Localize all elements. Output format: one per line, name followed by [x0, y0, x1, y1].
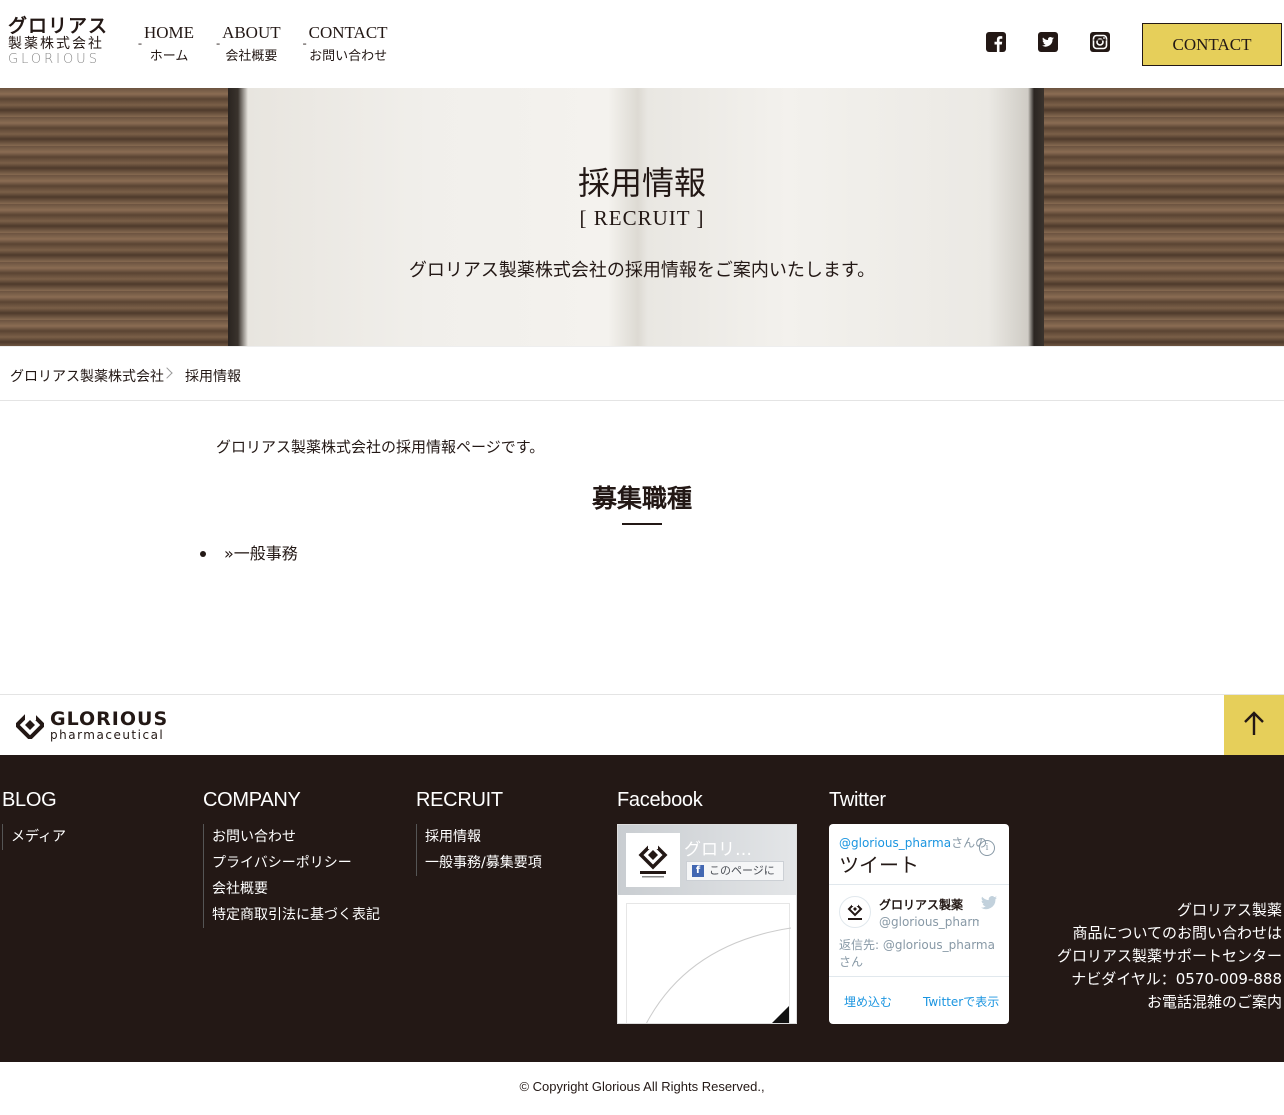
logo-line2: 製薬株式会社	[8, 36, 104, 52]
nav-home-ja: ホーム	[149, 49, 189, 64]
hero-subtitle: [ RECRUIT ]	[579, 206, 705, 230]
arrow-up-icon	[1244, 711, 1264, 735]
facebook-post-preview	[626, 903, 792, 1023]
footer-link-contact[interactable]: お問い合わせ	[212, 824, 380, 850]
facebook-avatar	[626, 833, 680, 887]
twitter-handle: @glorious_pharma	[839, 836, 952, 850]
nav-item-contact[interactable]: CONTACT お問い合わせ	[303, 22, 388, 68]
copyright: © Copyright Glorious All Rights Reserved…	[519, 1079, 765, 1094]
info-icon[interactable]: i	[979, 840, 995, 856]
footer-info-line: お電話混雑のご案内	[1146, 993, 1282, 1011]
logo-line3: GLORIOUS	[8, 52, 100, 67]
nav-contact-ja: お問い合わせ	[309, 49, 388, 64]
footer-link-about[interactable]: 会社概要	[212, 876, 380, 902]
twitter-icon[interactable]	[1038, 32, 1058, 52]
twitter-timeline-widget[interactable]: @glorious_pharmaさんの ツイート i グロリアス製薬 @glor…	[829, 824, 1009, 1024]
job-link-general-affairs[interactable]: »一般事務	[200, 544, 298, 564]
twitter-bird-icon[interactable]	[981, 896, 997, 910]
nav-item-home[interactable]: HOME ホーム	[138, 22, 194, 68]
section-title: 募集職種	[591, 484, 692, 513]
job-list: »一般事務	[200, 544, 298, 564]
divider	[829, 884, 1009, 885]
nav-contact-en: CONTACT	[308, 23, 388, 42]
footer-link-tokushoho[interactable]: 特定商取引法に基づく表記	[212, 902, 380, 928]
contact-button[interactable]: CONTACT	[1142, 23, 1282, 66]
hero-title: 採用情報	[577, 164, 706, 202]
nav-about-ja: 会社概要	[225, 49, 278, 64]
facebook-page-widget[interactable]: グロリ… このページに	[617, 824, 797, 1024]
footer-logo[interactable]: GLORIOUS pharmaceutical	[50, 709, 168, 742]
logo-line1: グロリアス	[8, 15, 109, 37]
footer-link-media[interactable]: メディア	[11, 824, 66, 850]
footer-heading-twitter: Twitter	[829, 789, 886, 811]
footer-info-line: グロリアス製薬サポートセンター	[1056, 947, 1282, 965]
site-footer: BLOG メディア COMPANY お問い合わせ プライバシーポリシー 会社概要…	[0, 755, 1284, 1062]
breadcrumb-home-link[interactable]: グロリアス製薬株式会社	[10, 366, 164, 386]
nav-item-about[interactable]: ABOUT 会社概要	[216, 22, 281, 68]
footer-col-twitter: Twitter	[829, 789, 886, 824]
footer-link-recruit[interactable]: 採用情報	[425, 824, 542, 850]
twitter-title: ツイート	[839, 853, 919, 877]
footer-info-line: ナビダイヤル：0570-009-888	[1071, 970, 1282, 988]
breadcrumb: グロリアス製薬株式会社 採用情報	[0, 346, 1284, 401]
hero-banner: 採用情報 [ RECRUIT ] グロリアス製薬株式会社の採用情報をご案内いたし…	[0, 88, 1284, 346]
page-intro: グロリアス製薬株式会社の採用情報ページです。	[216, 438, 545, 456]
footer-info-line: 商品についてのお問い合わせは	[1072, 924, 1282, 942]
footer-link-general-affairs[interactable]: 一般事務/募集要項	[425, 850, 542, 876]
twitter-account-name[interactable]: グロリアス製薬	[879, 896, 963, 913]
twitter-avatar[interactable]	[839, 896, 871, 928]
footer-logo-sub: pharmaceutical	[50, 728, 165, 742]
footer-heading-recruit: RECRUIT	[416, 789, 503, 811]
facebook-page-name[interactable]: グロリ…	[684, 835, 752, 860]
breadcrumb-current: 採用情報	[185, 369, 241, 385]
footer-col-company: COMPANY お問い合わせ プライバシーポリシー 会社概要 特定商取引法に基づ…	[203, 789, 380, 928]
nav-home-en: HOME	[144, 23, 195, 42]
divider	[829, 976, 1009, 977]
footer-heading-facebook: Facebook	[617, 789, 703, 811]
footer-heading-blog: BLOG	[2, 789, 57, 811]
facebook-like-button[interactable]: このページに	[686, 861, 784, 881]
footer-col-blog: BLOG メディア	[2, 789, 66, 850]
footer-col-facebook: Facebook	[617, 789, 703, 824]
back-to-top-button[interactable]	[1224, 695, 1284, 755]
footer-heading-company: COMPANY	[203, 789, 301, 811]
footer-contact-info: グロリアス製薬 商品についてのお問い合わせは グロリアス製薬サポートセンター ナ…	[1057, 899, 1282, 1014]
main-nav: HOME ホーム ABOUT 会社概要 CONTACT お問い合わせ	[138, 22, 410, 68]
twitter-reply-text: 返信先: @glorious_pharmaさん	[839, 938, 995, 969]
footer-logo-bar: GLORIOUS pharmaceutical	[0, 694, 1284, 755]
footer-col-recruit: RECRUIT 採用情報 一般事務/募集要項	[416, 789, 542, 876]
twitter-view-link[interactable]: Twitterで表示	[923, 993, 999, 1010]
footer-logo-name: GLORIOUS	[50, 708, 169, 730]
site-logo[interactable]: グロリアス 製薬株式会社 GLORIOUS	[8, 16, 108, 68]
nav-about-en: ABOUT	[222, 23, 281, 42]
facebook-icon[interactable]	[986, 32, 1006, 52]
site-header: グロリアス 製薬株式会社 GLORIOUS HOME ホーム ABOUT 会社概…	[0, 0, 1284, 88]
twitter-account-user[interactable]: @glorious_pharma	[879, 915, 979, 929]
footer-info-line: グロリアス製薬	[1176, 901, 1282, 919]
hero-description: グロリアス製薬株式会社の採用情報をご案内いたします。	[408, 260, 876, 281]
instagram-icon[interactable]	[1090, 32, 1110, 52]
glorious-logo-icon	[16, 711, 44, 739]
section-divider	[622, 523, 662, 525]
twitter-embed-link[interactable]: 埋め込む	[844, 993, 892, 1010]
footer-link-privacy[interactable]: プライバシーポリシー	[212, 850, 380, 876]
facebook-cover: グロリ… このページに	[618, 825, 796, 895]
